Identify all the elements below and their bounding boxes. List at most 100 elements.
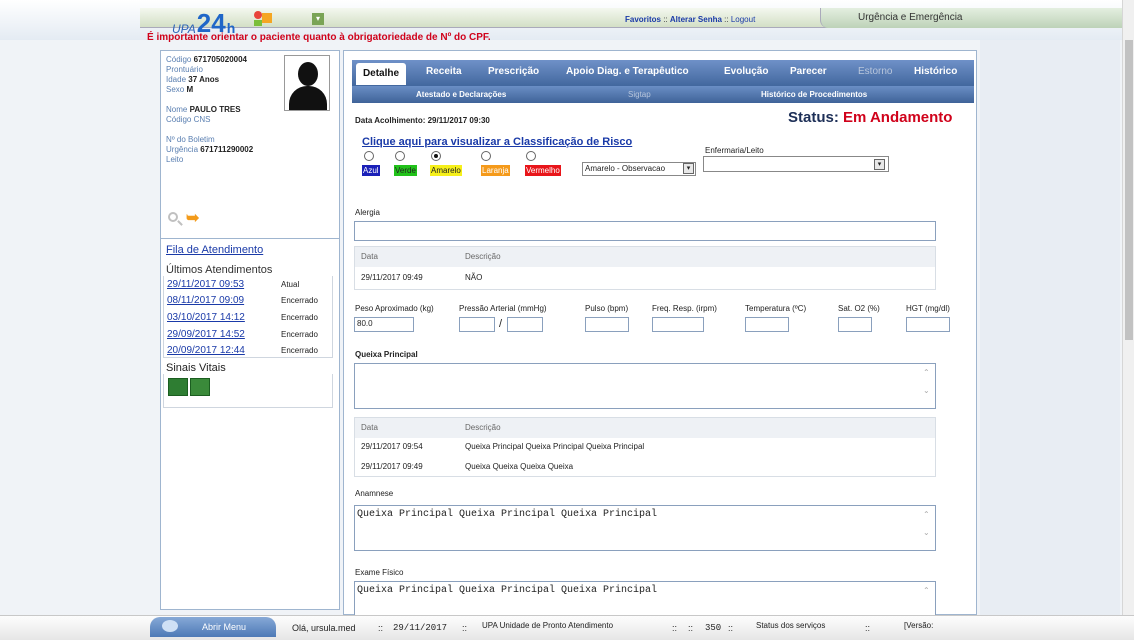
tab-estorno: Estorno [858,66,893,77]
footer-sep: :: [865,623,871,633]
freq-input[interactable] [652,317,704,332]
scrollbar-thumb[interactable] [1125,40,1133,340]
forward-arrow-icon[interactable]: ➥ [186,208,199,228]
patient-avatar [284,55,330,111]
divider [160,238,340,239]
search-icon[interactable] [168,212,178,222]
abrir-menu-button[interactable]: Abrir Menu [150,617,276,637]
tab-historico[interactable]: Histórico [914,66,957,77]
queixa-textarea[interactable]: ⌃ ⌄ [354,363,936,409]
mascot-icon [254,11,272,26]
data-acolhimento: Data Acolhimento: 29/11/2017 09:30 [355,116,490,125]
peso-label: Peso Aproximado (kg) [355,304,434,313]
table-row: 29/11/2017 09:49 Queixa Queixa Queixa Que… [361,462,574,471]
pressao-separator: / [499,318,503,330]
hgt-input[interactable] [906,317,950,332]
footer-sep: :: [378,623,384,633]
table-header: Data Descrição [355,418,935,438]
tab-sigtap: Sigtap [628,90,651,99]
tab-prescricao[interactable]: Prescrição [488,66,539,77]
risk-radio-amarelo[interactable] [431,151,441,161]
risk-label-laranja: Laranja [481,165,510,176]
risk-radio-laranja[interactable] [481,151,491,161]
anamnese-label: Anamnese [355,489,394,498]
queixa-label: Queixa Principal [355,350,418,359]
chevron-down-icon: ▾ [874,159,885,170]
footer-servicos-link[interactable]: Status dos serviços [756,621,825,630]
risk-label-vermelho: Vermelho [525,165,561,176]
pressao-diastolica-input[interactable] [507,317,543,332]
status-text: Status: Em Andamento [788,109,953,126]
logout-link[interactable]: Logout [731,15,755,24]
tab-apoio-diag[interactable]: Apoio Diag. e Terapêutico [566,66,689,77]
exame-fisico-textarea[interactable]: Queixa Principal Queixa Principal Queixa… [354,581,936,617]
urgencia-title: Urgência e Emergência [858,12,963,23]
favoritos-link[interactable]: Favoritos [625,15,661,24]
page-scrollbar[interactable]: ▾ [1122,0,1134,640]
freq-label: Freq. Resp. (irpm) [652,304,717,313]
footer-date: 29/11/2017 [393,623,448,633]
classificacao-risco-link[interactable]: Clique aqui para visualizar a Classifica… [362,136,632,148]
sinais-vitais-title: Sinais Vitais [166,362,226,374]
pressao-sistolica-input[interactable] [459,317,495,332]
ultimos-atendimentos-title: Últimos Atendimentos [166,264,273,276]
risk-radio-verde[interactable] [395,151,405,161]
footer-user: Olá, ursula.med [292,623,356,633]
anamnese-textarea[interactable]: Queixa Principal Queixa Principal Queixa… [354,505,936,551]
temperatura-label: Temperatura (ºC) [745,304,807,313]
enfermaria-select[interactable]: ▾ [703,156,889,172]
alergia-table: Data Descrição 29/11/2017 09:49 NÃO [354,246,936,290]
vital-signs-chart-icon[interactable] [168,378,188,396]
pressao-label: Pressão Arterial (mmHg) [459,304,547,313]
risk-label-azul: Azul [362,165,380,176]
tab-parecer[interactable]: Parecer [790,66,827,77]
tab-detalhe[interactable]: Detalhe [356,63,406,85]
table-row: 29/11/2017 09:54 Queixa Principal Queixa … [361,442,645,451]
alergia-input[interactable] [354,221,936,241]
top-links: Favoritos :: Alterar Senha :: Logout [625,15,756,24]
footer-versao: [Versão: [904,621,934,630]
pulso-input[interactable] [585,317,629,332]
footer-sep: :: [688,623,694,633]
tab-atestado[interactable]: Atestado e Declarações [416,90,506,99]
footer-number: 350 [705,623,722,633]
enfermaria-label: Enfermaria/Leito [705,146,764,155]
risk-select[interactable]: Amarelo - Observacao ▾ [582,162,696,176]
risk-label-amarelo: Amarelo [430,165,462,176]
sat-input[interactable] [838,317,872,332]
tab-evolucao[interactable]: Evolução [724,66,768,77]
right-background [980,40,1120,615]
atendimento-row: 29/09/2017 14:52 Encerrado [167,329,318,340]
chevron-down-icon: ▾ [683,163,694,174]
textarea-scroll-icon[interactable]: ⌃ ⌄ [923,368,933,404]
risk-label-verde: Verde [394,165,417,176]
sinais-vitais-box [163,374,333,408]
footer-sep: :: [728,623,734,633]
pulso-label: Pulso (bpm) [585,304,629,313]
alterar-senha-link[interactable]: Alterar Senha [670,15,722,24]
patient-info: Código 671705020004 Prontuário Idade 37 … [166,55,254,164]
risk-radio-azul[interactable] [364,151,374,161]
exame-fisico-label: Exame Físico [355,568,404,577]
footer-unidade: UPA Unidade de Pronto Atendimento [482,621,614,630]
atendimento-row: 03/10/2017 14:12 Encerrado [167,312,318,323]
atendimento-row: 20/09/2017 12:44 Encerrado [167,345,318,356]
header-dropdown-icon[interactable]: ▾ [312,13,324,25]
queixa-table: Data Descrição 29/11/2017 09:54 Queixa Pri… [354,417,936,477]
sat-label: Sat. O2 (%) [838,304,880,313]
textarea-scroll-icon[interactable]: ⌃ ⌄ [923,510,933,546]
textarea-scroll-icon[interactable]: ⌃ [923,586,933,612]
footer-sep: :: [462,623,468,633]
menu-logo-icon [162,620,178,632]
peso-input[interactable]: 80.0 [354,317,414,332]
tab-historico-procedimentos[interactable]: Histórico de Procedimentos [761,90,867,99]
cpf-warning: É importante orientar o paciente quanto … [147,32,491,43]
fila-atendimento-link[interactable]: Fila de Atendimento [166,244,263,256]
risk-radio-vermelho[interactable] [526,151,536,161]
table-header: Data Descrição [355,247,935,267]
temperatura-input[interactable] [745,317,789,332]
vital-signs-grid-icon[interactable] [190,378,210,396]
atendimento-row: 29/11/2017 09:53 Atual [167,279,300,290]
tab-receita[interactable]: Receita [426,66,462,77]
table-row: 29/11/2017 09:49 NÃO [361,273,483,282]
